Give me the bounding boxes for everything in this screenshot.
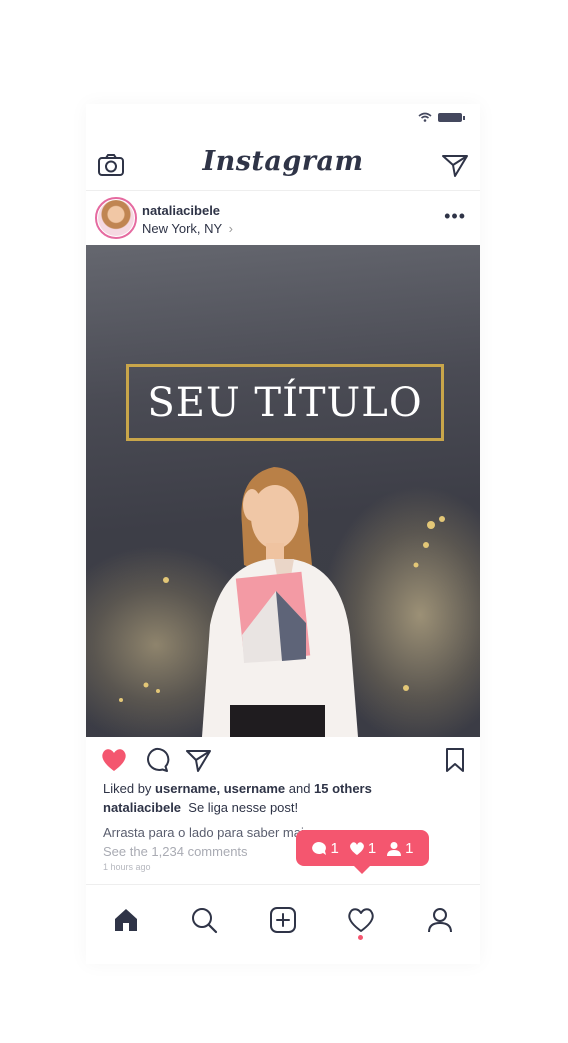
app-header: Instagram: [86, 142, 480, 191]
activity-notification[interactable]: 1 1 1: [296, 830, 429, 874]
chevron-right-icon: ›: [228, 221, 233, 236]
notif-comments: 1: [311, 839, 339, 857]
post-title-frame: SEU TÍTULO: [126, 364, 444, 441]
notif-likes: 1: [349, 840, 376, 857]
post-location[interactable]: New York, NY ›: [142, 221, 233, 236]
profile-icon[interactable]: [425, 905, 455, 935]
post-caption: nataliacibele Se liga nesse post!: [103, 800, 298, 815]
avatar[interactable]: [95, 197, 137, 239]
share-icon[interactable]: [184, 746, 212, 774]
comment-bubble-icon: [312, 841, 327, 855]
post-timestamp: 1 hours ago: [103, 862, 151, 872]
post-title: SEU TÍTULO: [147, 379, 423, 426]
wifi-icon: [418, 112, 432, 122]
post-actions: [86, 738, 480, 782]
search-icon[interactable]: [189, 905, 219, 935]
likes-summary: Liked by username, username and 15 other…: [103, 781, 372, 796]
home-icon[interactable]: [111, 905, 141, 935]
woman-illustration: [202, 467, 358, 737]
liked-others[interactable]: 15 others: [314, 781, 372, 796]
heart-icon[interactable]: [346, 905, 376, 935]
instagram-logo: Instagram: [202, 146, 364, 177]
location-text: New York, NY: [142, 221, 222, 236]
liked-prefix: Liked by: [103, 781, 156, 796]
liked-users[interactable]: username, username: [155, 781, 285, 796]
activity-dot: [358, 935, 363, 940]
person-icon: [387, 841, 402, 856]
heart-icon: [349, 841, 364, 855]
add-icon[interactable]: [268, 905, 298, 935]
bookmark-icon[interactable]: [441, 746, 469, 774]
view-comments-link[interactable]: See the 1,234 comments: [103, 844, 248, 859]
notif-comments-count: 1: [330, 839, 339, 857]
bottom-tab-bar: [86, 884, 480, 965]
heart-filled-icon[interactable]: [100, 746, 128, 774]
more-options-button[interactable]: •••: [444, 206, 466, 227]
status-bar: [418, 112, 465, 122]
caption-text: Se liga nesse post!: [188, 800, 299, 815]
post-image[interactable]: SEU TÍTULO: [86, 245, 480, 737]
post-header: nataliacibele New York, NY › •••: [86, 192, 480, 244]
liked-and: and: [285, 781, 315, 796]
post-username[interactable]: nataliacibele: [142, 203, 220, 218]
notif-follows: 1: [386, 839, 414, 857]
swipe-hint: Arrasta para o lado para saber mais: [103, 825, 311, 840]
battery-icon: [438, 112, 465, 122]
comment-icon[interactable]: [142, 746, 170, 774]
notif-likes-count: 1: [367, 839, 377, 857]
phone-frame: Instagram nataliacibele New York, NY › •…: [86, 104, 480, 964]
paper-plane-icon[interactable]: [440, 150, 470, 180]
caption-username[interactable]: nataliacibele: [103, 800, 181, 815]
notif-follows-count: 1: [405, 839, 414, 857]
